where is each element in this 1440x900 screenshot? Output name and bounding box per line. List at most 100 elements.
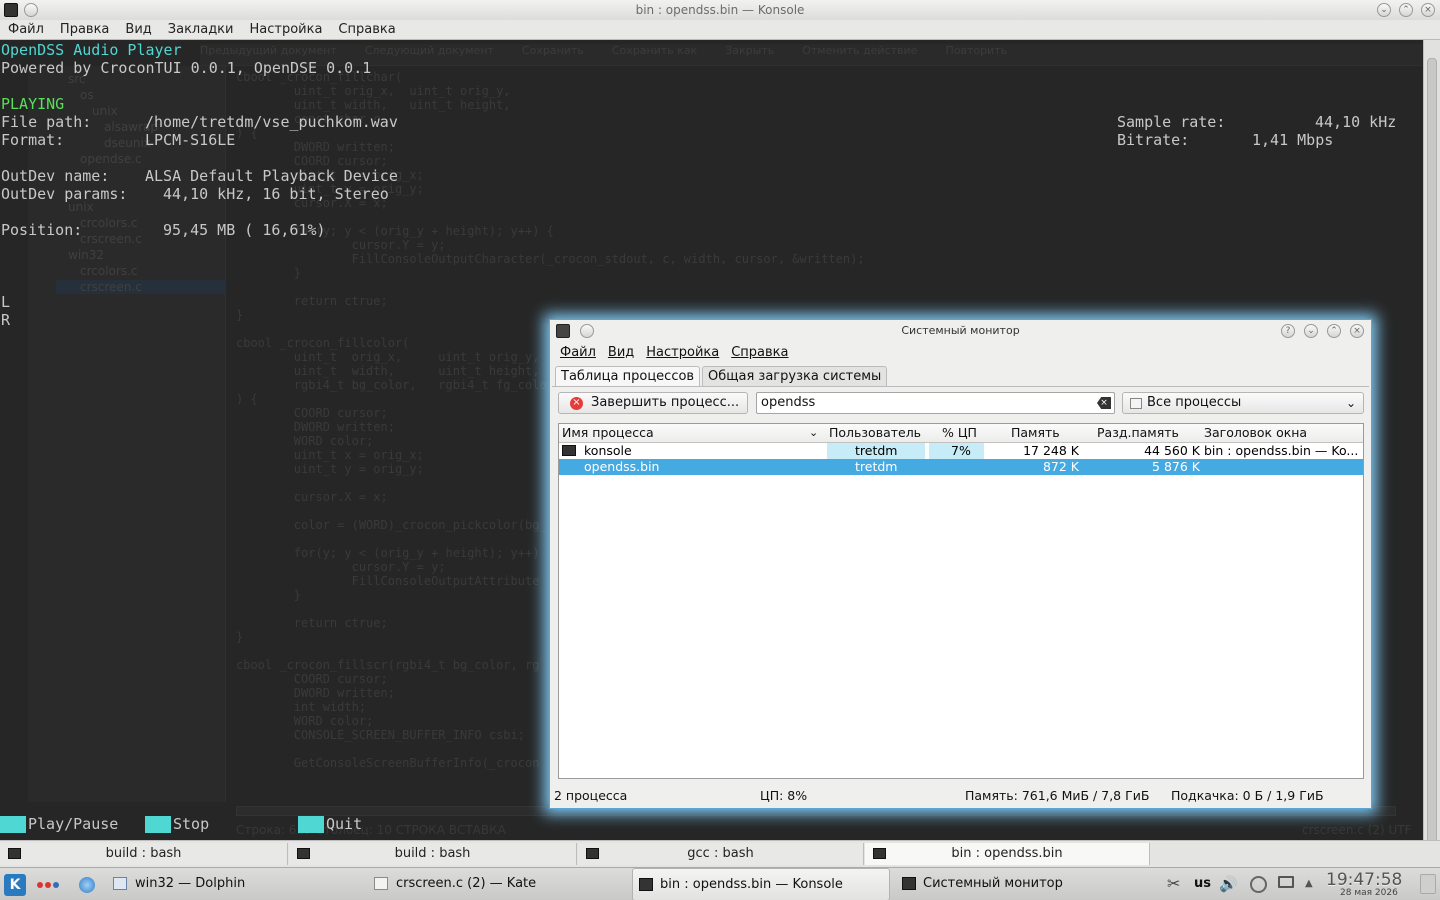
- key-play-pause[interactable]: P Play/Pause: [0, 815, 118, 834]
- outdev-name-value: ALSA Default Playback Device: [145, 167, 398, 185]
- session-tab[interactable]: build : bash: [289, 843, 577, 865]
- sysmon-window-menu[interactable]: [580, 324, 594, 338]
- key-stop[interactable]: S Stop: [145, 815, 209, 834]
- task-dolphin[interactable]: win32 — Dolphin: [107, 868, 362, 900]
- sysmon-icon: [902, 877, 916, 890]
- volume-icon[interactable]: 🔊: [1219, 868, 1238, 900]
- sysmon-menubar: Файл Вид Настройка Справка: [560, 345, 801, 360]
- sysmon-titlebar[interactable]: Системный монитор ? ⌄ ⌃ ×: [550, 320, 1371, 342]
- menu-view[interactable]: Вид: [117, 20, 159, 40]
- kde-menu-icon[interactable]: K: [4, 874, 26, 896]
- menu-help[interactable]: Справка: [330, 20, 403, 40]
- menu-settings[interactable]: Настройка: [241, 20, 330, 40]
- table-row-selected[interactable]: opendss.bin tretdm 872 K 5 876 K: [559, 459, 1363, 475]
- browser-icon[interactable]: [79, 877, 95, 893]
- konsole-titlebar[interactable]: bin : opendss.bin — Konsole ⌄ ⌃ ×: [0, 0, 1440, 20]
- menu-bookmarks[interactable]: Закладки: [160, 20, 242, 40]
- menu-file[interactable]: Файл: [0, 20, 52, 40]
- task-kate[interactable]: crscreen.c (2) — Kate: [368, 868, 628, 900]
- process-search-input[interactable]: opendss ×: [756, 392, 1115, 414]
- process-filter-select[interactable]: Все процессы ⌄: [1122, 392, 1364, 414]
- display-icon[interactable]: [1278, 876, 1294, 888]
- activities-icon[interactable]: [37, 882, 59, 888]
- panel-toolbox-icon[interactable]: [1420, 874, 1436, 894]
- file-path-label: File path:: [1, 113, 92, 131]
- kate-ghost-status: Строка: 629 Столбец: 10 СТРОКА ВСТАВКА: [236, 823, 506, 837]
- close-icon[interactable]: ×: [1350, 324, 1364, 338]
- task-label: win32 — Dolphin: [135, 876, 246, 891]
- process-window-title: bin : opendss.bin — Ko...: [1204, 443, 1359, 458]
- powered-by: Powered by CroconTUI 0.0.1, OpenDSE 0.0.…: [1, 59, 372, 77]
- col-window-title[interactable]: Заголовок окна: [1204, 424, 1307, 442]
- col-cpu[interactable]: % ЦП: [942, 424, 977, 442]
- menu-edit[interactable]: Правка: [52, 20, 117, 40]
- col-memory[interactable]: Память: [1011, 424, 1060, 442]
- session-tab-active[interactable]: bin : opendss.bin: [865, 843, 1150, 865]
- dolphin-icon: [113, 877, 127, 890]
- format-value: LPCM-S16LE: [145, 131, 236, 149]
- terminal-icon: [873, 848, 886, 859]
- bitrate-label: Bitrate:: [1117, 131, 1190, 149]
- session-tab[interactable]: build : bash: [0, 843, 288, 865]
- terminal-scrollbar[interactable]: [1423, 40, 1440, 846]
- chevron-down-icon: ⌄: [1345, 396, 1356, 410]
- tab-process-table[interactable]: Таблица процессов: [555, 366, 701, 386]
- help-icon[interactable]: ?: [1281, 324, 1295, 338]
- task-label: bin : opendss.bin — Konsole: [660, 877, 843, 892]
- process-shared-memory: 5 876 K: [1152, 459, 1200, 474]
- kill-process-button[interactable]: × Завершить процесс...: [558, 392, 748, 414]
- task-konsole-active[interactable]: bin : opendss.bin — Konsole: [632, 868, 890, 900]
- clock-date: 28 мая 2026: [1340, 888, 1398, 898]
- terminal-icon: [8, 848, 21, 859]
- system-monitor-window[interactable]: Системный монитор ? ⌄ ⌃ × Файл Вид Настрой…: [549, 319, 1372, 809]
- clock-time[interactable]: 19:47:58: [1326, 870, 1402, 890]
- window-menu-button[interactable]: [24, 3, 38, 17]
- col-process-name[interactable]: Имя процесса: [562, 424, 654, 442]
- clear-search-icon[interactable]: ×: [1097, 397, 1111, 409]
- konsole-menubar: Файл Правка Вид Закладки Настройка Справка: [0, 20, 1440, 40]
- minimize-icon[interactable]: ⌄: [1304, 324, 1318, 338]
- process-memory: 17 248 K: [1023, 443, 1079, 458]
- kate-save-as: Сохранить как: [611, 44, 698, 57]
- kate-next-doc: Следующий документ: [364, 44, 494, 57]
- keyboard-layout[interactable]: us: [1194, 868, 1211, 900]
- status-cpu: ЦП: 8%: [760, 788, 808, 803]
- minimize-icon[interactable]: ⌄: [1377, 3, 1391, 17]
- col-user[interactable]: Пользователь: [829, 424, 921, 442]
- sample-rate-value: 44,10 kHz: [1315, 113, 1397, 131]
- task-sysmon[interactable]: Системный монитор: [895, 868, 1155, 900]
- channel-right: R: [1, 311, 11, 329]
- table-row[interactable]: konsole tretdm 7% 17 248 K 44 560 K bin …: [559, 443, 1363, 459]
- session-tab[interactable]: gcc : bash: [578, 843, 864, 865]
- sysmon-menu-view[interactable]: Вид: [608, 345, 634, 360]
- klipper-icon[interactable]: ✂: [1167, 868, 1180, 900]
- kate-ghost-status-right: crscreen.c (2) UTF: [1302, 823, 1412, 837]
- kate-undo: Отменить действие: [802, 44, 918, 57]
- key-quit[interactable]: Q Quit: [298, 815, 362, 834]
- process-shared-memory: 44 560 K: [1144, 443, 1200, 458]
- maximize-icon[interactable]: ⌃: [1399, 3, 1413, 17]
- sysmon-statusbar: 2 процесса ЦП: 8% Память: 761,6 МиБ / 7,…: [554, 786, 1368, 806]
- sysmon-title: Системный монитор: [901, 324, 1020, 337]
- sort-chevron-down-icon[interactable]: ⌄: [809, 424, 818, 442]
- maximize-icon[interactable]: ⌃: [1327, 324, 1341, 338]
- sysmon-menu-help[interactable]: Справка: [731, 345, 788, 360]
- network-icon[interactable]: [1250, 876, 1267, 893]
- sysmon-menu-settings[interactable]: Настройка: [646, 345, 719, 360]
- status-process-count: 2 процесса: [554, 788, 628, 803]
- tab-system-load[interactable]: Общая загрузка системы: [702, 366, 888, 386]
- sysmon-app-icon[interactable]: [556, 324, 570, 338]
- kde-panel: K win32 — Dolphin crscreen.c (2) — Kate …: [0, 867, 1440, 900]
- tab-divider: [552, 386, 1369, 387]
- process-table[interactable]: Имя процесса ⌄ Пользователь % ЦП Память …: [558, 423, 1364, 779]
- sysmon-menu-file[interactable]: Файл: [560, 345, 596, 360]
- tray-expand-icon[interactable]: ▲: [1305, 868, 1313, 900]
- konsole-app-icon[interactable]: [4, 3, 18, 17]
- sample-rate-label: Sample rate:: [1117, 113, 1226, 131]
- process-memory: 872 K: [1042, 459, 1079, 474]
- close-icon[interactable]: ×: [1421, 3, 1435, 17]
- konsole-process-icon: [562, 445, 576, 456]
- scrollbar-thumb[interactable]: [1427, 58, 1437, 846]
- col-shared-memory[interactable]: Разд.память: [1097, 424, 1179, 442]
- tree-item: unix: [92, 104, 118, 118]
